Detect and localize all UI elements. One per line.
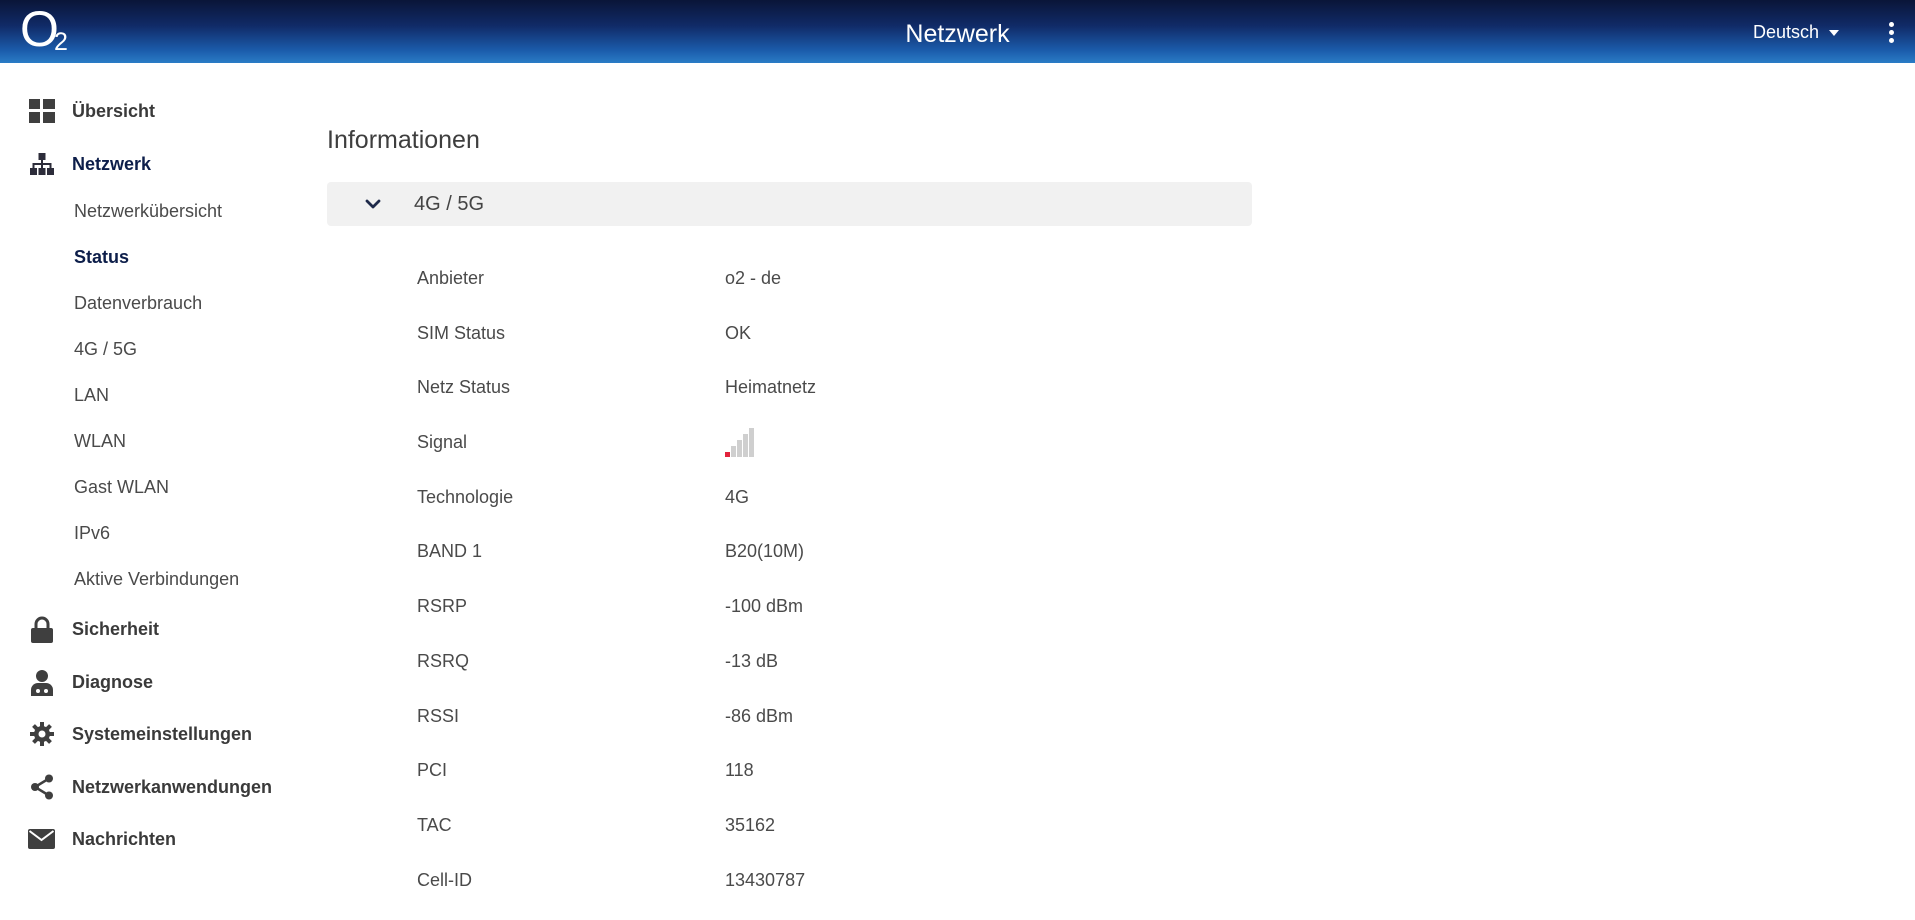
info-value: 4G	[725, 487, 750, 507]
network-hierarchy-icon	[28, 151, 55, 178]
sidebar-item-label: Netzwerkanwendungen	[72, 776, 273, 797]
info-key: SIM Status	[417, 323, 506, 343]
sidebar-item-label: Netzwerk	[72, 153, 152, 174]
sidebar-item-sicherheit[interactable]: Sicherheit	[28, 614, 159, 644]
info-key: Cell-ID	[417, 870, 473, 890]
lock-icon	[28, 616, 55, 643]
kebab-menu-icon[interactable]	[1887, 22, 1895, 44]
accordion-label: 4G / 5G	[414, 193, 485, 215]
accordion-4g-5g[interactable]: 4G / 5G	[327, 182, 1252, 226]
info-key: RSRP	[417, 596, 468, 616]
language-dropdown[interactable]: Deutsch	[1753, 22, 1839, 43]
sidebar-item-systemeinstellungen[interactable]: Systemeinstellungen	[28, 719, 252, 749]
sidebar-item-nachrichten[interactable]: Nachrichten	[28, 824, 176, 854]
info-value: -100 dBm	[725, 596, 804, 616]
sidebar-item-label: Übersicht	[72, 100, 156, 121]
sidebar-subitem-netzwerkuebersicht[interactable]: Netzwerkübersicht	[74, 198, 222, 224]
sidebar-item-label: Systemeinstellungen	[72, 723, 253, 744]
section-title: Informationen	[327, 126, 480, 154]
info-value: 35162	[725, 815, 776, 835]
signal-bar	[725, 452, 730, 457]
share-icon	[28, 774, 55, 801]
sidebar-item-label: Diagnose	[72, 671, 154, 692]
signal-bar	[743, 434, 748, 457]
signal-bar	[731, 446, 736, 457]
info-value: -86 dBm	[725, 706, 794, 726]
dashboard-grid-icon	[28, 98, 55, 125]
sidebar-item-netzwerk[interactable]: Netzwerk	[28, 149, 151, 179]
info-key: RSSI	[417, 706, 460, 726]
sidebar-subitem-4g-5g[interactable]: 4G / 5G	[74, 336, 137, 362]
sidebar-item-label: Nachrichten	[72, 828, 177, 849]
sidebar-item-diagnose[interactable]: Diagnose	[28, 667, 153, 697]
envelope-icon	[28, 826, 55, 853]
sidebar-subitem-lan[interactable]: LAN	[74, 382, 109, 408]
signal-bar	[749, 428, 754, 457]
info-row-signal: Signal	[417, 428, 817, 457]
info-value: o2 - de	[725, 268, 782, 288]
sidebar-item-label: Sicherheit	[72, 618, 160, 639]
signal-bar	[737, 440, 742, 457]
info-key: TAC	[417, 815, 452, 835]
info-key: Technologie	[417, 487, 514, 507]
info-key: Netz Status	[417, 377, 511, 397]
doctor-icon	[28, 669, 55, 696]
info-key: Signal	[417, 432, 468, 452]
info-value: 13430787	[725, 870, 806, 890]
sidebar-subitem-ipv6[interactable]: IPv6	[74, 520, 110, 546]
sidebar-item-uebersicht[interactable]: Übersicht	[28, 96, 155, 126]
info-value: B20(10M)	[725, 541, 805, 561]
info-key: BAND 1	[417, 541, 483, 561]
gear-icon	[28, 721, 55, 748]
sidebar-subitem-aktive-verbindungen[interactable]: Aktive Verbindungen	[74, 566, 239, 592]
info-value: -13 dB	[725, 651, 779, 671]
sidebar-subitem-status[interactable]: Status	[74, 244, 129, 270]
info-key: Anbieter	[417, 268, 485, 288]
top-bar: O 2 Netzwerk Deutsch	[0, 0, 1915, 63]
chevron-down-icon	[363, 194, 383, 214]
info-key: PCI	[417, 760, 448, 780]
info-key: RSRQ	[417, 651, 470, 671]
signal-strength-icon	[725, 428, 765, 457]
sidebar-subitem-wlan[interactable]: WLAN	[74, 428, 126, 454]
sidebar-subitem-datenverbrauch[interactable]: Datenverbrauch	[74, 290, 202, 316]
language-label: Deutsch	[1752, 22, 1819, 42]
sidebar-item-netzwerkanwendungen[interactable]: Netzwerkanwendungen	[28, 772, 272, 802]
sidebar-subitem-gast-wlan[interactable]: Gast WLAN	[74, 474, 169, 500]
info-value: 118	[725, 760, 754, 780]
page-title: Netzwerk	[905, 20, 1010, 48]
caret-down-icon	[1829, 29, 1839, 36]
info-value: OK	[725, 323, 752, 343]
info-value: Heimatnetz	[725, 377, 817, 397]
